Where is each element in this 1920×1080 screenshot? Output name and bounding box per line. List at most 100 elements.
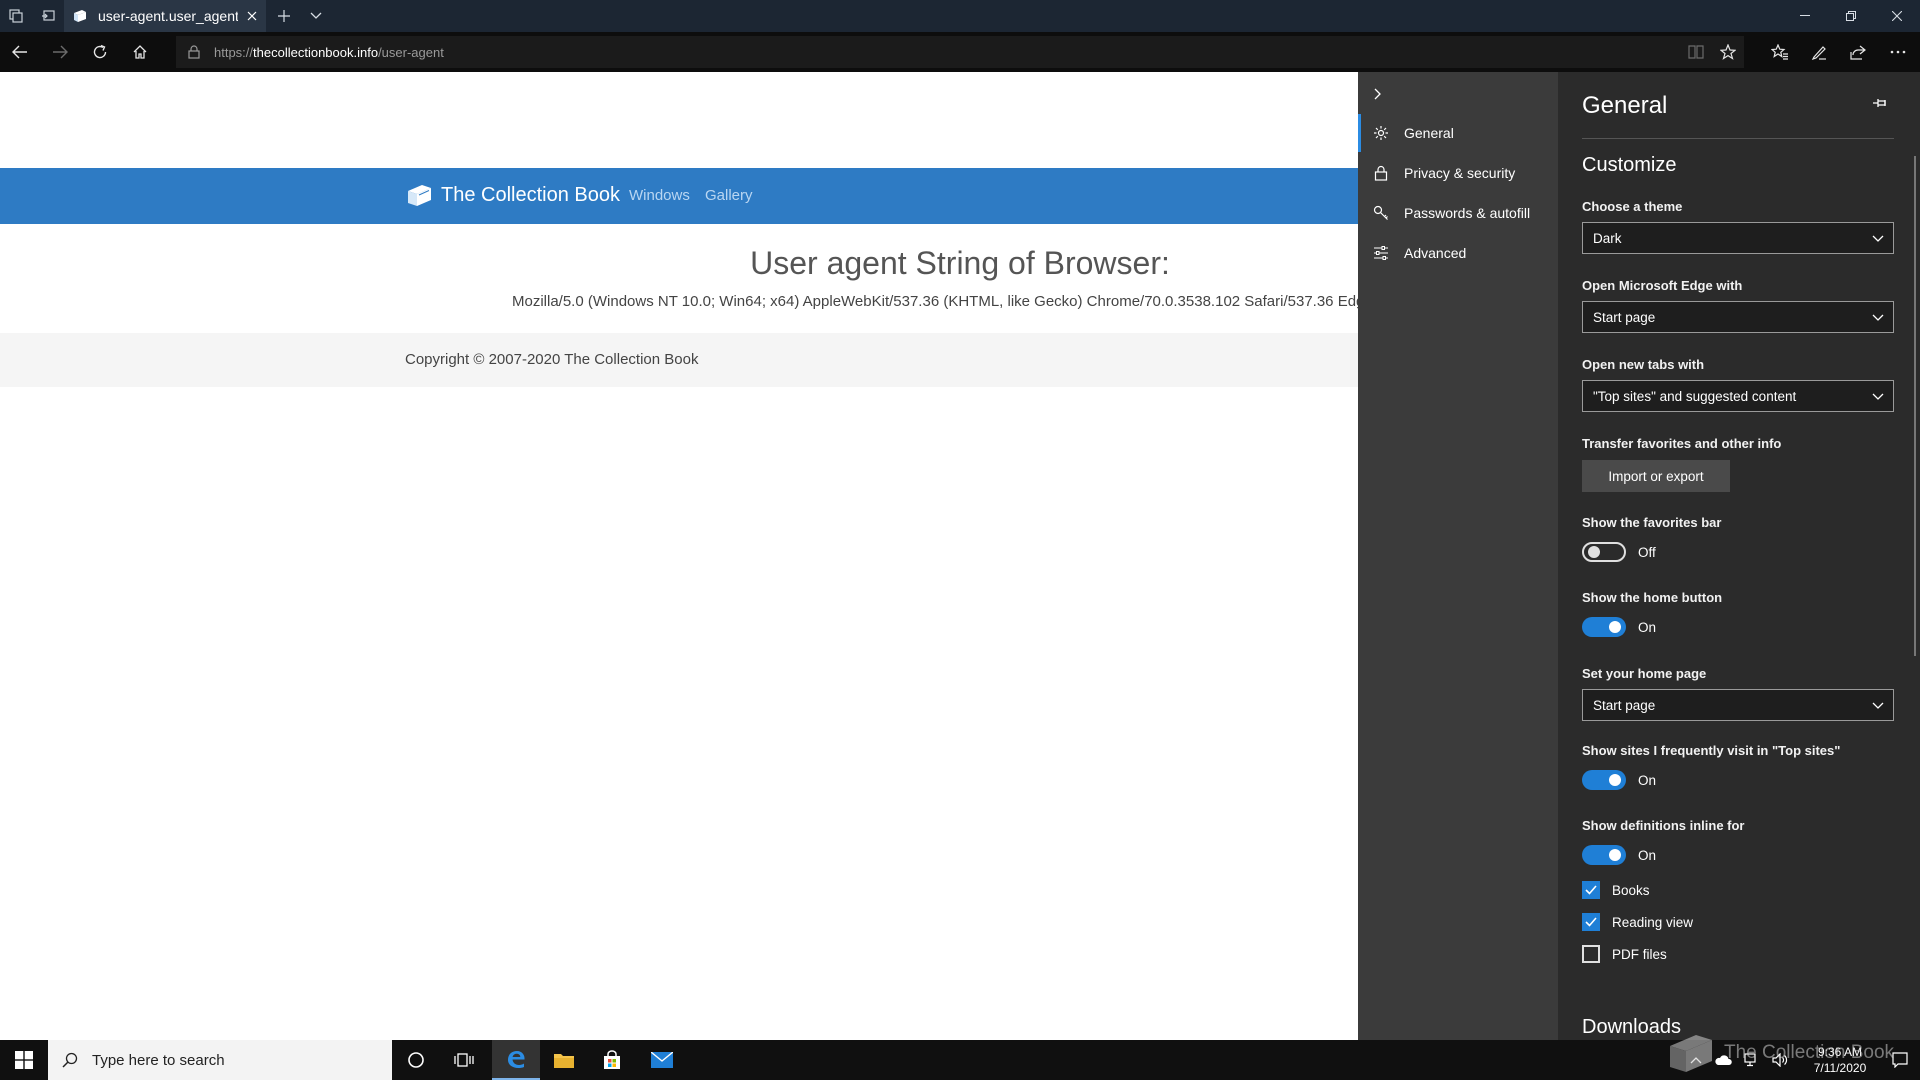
window-controls [1782,0,1920,32]
refresh-icon[interactable] [84,36,116,68]
tab-preview-icon[interactable] [0,0,32,32]
checkbox-checked[interactable] [1582,881,1600,899]
navigation-bar: https://thecollectionbook.info/user-agen… [0,32,1920,72]
favorite-star-icon[interactable] [1720,44,1736,60]
site-logo[interactable]: The Collection Book [405,182,620,208]
favorites-hub-icon[interactable] [1764,36,1796,68]
store-icon[interactable] [588,1040,636,1080]
new-tabs-value: "Top sites" and suggested content [1593,388,1797,404]
home-button-toggle[interactable] [1582,617,1626,637]
favorites-bar-toggle-row[interactable]: Off [1582,542,1656,562]
favorites-bar-label: Show the favorites bar [1582,515,1722,530]
hub-item-label: Advanced [1404,245,1467,261]
cortana-icon[interactable] [392,1040,440,1080]
definitions-toggle-row[interactable]: On [1582,845,1656,865]
home-page-value: Start page [1593,697,1656,713]
section-customize: Customize [1582,154,1677,176]
check-label: Books [1612,882,1650,898]
key-icon [1372,204,1390,222]
home-page-select[interactable]: Start page [1582,689,1894,721]
url-host: thecollectionbook.info [253,44,379,60]
restore-icon[interactable] [1828,0,1874,32]
home-button-toggle-row[interactable]: On [1582,617,1656,637]
share-icon[interactable] [1842,36,1874,68]
page-title: User agent String of Browser: [750,245,1170,281]
more-options-icon[interactable] [1882,36,1914,68]
open-with-label: Open Microsoft Edge with [1582,278,1743,293]
copyright-text: Copyright © 2007-2020 The Collection Boo… [405,351,699,368]
check-label: PDF files [1612,946,1667,962]
new-tabs-label: Open new tabs with [1582,357,1705,372]
book-favicon-icon [72,8,88,24]
tab-active[interactable]: user-agent.user_agent - [64,0,266,32]
settings-pane: General Customize Choose a theme Dark Op… [1558,72,1920,1040]
scrollbar[interactable] [1914,156,1916,656]
file-explorer-icon[interactable] [540,1040,588,1080]
top-sites-toggle-row[interactable]: On [1582,770,1656,790]
chevron-down-icon [1871,389,1885,403]
site-brand: The Collection Book [441,183,620,206]
tab-title: user-agent.user_agent - [98,8,238,24]
mail-icon[interactable] [638,1040,686,1080]
forward-icon[interactable] [44,36,76,68]
theme-value: Dark [1593,230,1622,246]
sliders-icon [1372,244,1390,262]
taskbar-search[interactable]: Type here to search [48,1040,392,1080]
lock-icon [1372,164,1390,182]
reading-view-icon[interactable] [1688,45,1704,59]
gear-icon [1372,124,1390,142]
watermark: The Collection Book [1666,1030,1894,1076]
open-with-select[interactable]: Start page [1582,301,1894,333]
check-pdf-files[interactable]: PDF files [1582,945,1667,963]
user-agent-string: Mozilla/5.0 (Windows NT 10.0; Win64; x64… [512,293,1358,310]
close-tab-icon[interactable] [238,0,266,32]
site-nav-gallery[interactable]: Gallery [705,187,753,204]
pin-icon[interactable] [1872,96,1888,110]
chevron-right-icon[interactable] [1366,82,1390,106]
pane-title: General [1582,92,1668,119]
chevron-down-icon [1871,698,1885,712]
site-nav-windows[interactable]: Windows [629,187,690,204]
back-icon[interactable] [4,36,36,68]
lock-icon [188,45,202,59]
book-watermark-icon [1670,1035,1712,1072]
checkbox-checked[interactable] [1582,913,1600,931]
checkbox-unchecked[interactable] [1582,945,1600,963]
web-page: The Collection Book Windows Gallery User… [0,72,1358,1040]
definitions-toggle[interactable] [1582,845,1626,865]
task-view-icon[interactable] [440,1040,488,1080]
definitions-label: Show definitions inline for [1582,818,1745,833]
hub-item-advanced[interactable]: Advanced [1358,234,1558,272]
new-tab-icon[interactable] [268,0,300,32]
set-aside-tabs-icon[interactable] [32,0,64,32]
address-bar[interactable]: https://thecollectionbook.info/user-agen… [176,36,1744,68]
edge-app-icon[interactable] [492,1040,540,1080]
check-books[interactable]: Books [1582,881,1650,899]
transfer-label: Transfer favorites and other info [1582,436,1782,451]
import-export-button[interactable]: Import or export [1582,460,1730,492]
definitions-state: On [1638,847,1657,863]
chevron-down-icon [1871,310,1885,324]
pen-icon[interactable] [1803,36,1835,68]
check-reading-view[interactable]: Reading view [1582,913,1693,931]
hub-item-passwords[interactable]: Passwords & autofill [1358,194,1558,232]
watermark-text: The Collection Book [1724,1042,1895,1063]
hub-item-privacy[interactable]: Privacy & security [1358,154,1558,192]
check-label: Reading view [1612,914,1694,930]
divider [1582,138,1894,139]
new-tabs-select[interactable]: "Top sites" and suggested content [1582,380,1894,412]
close-window-icon[interactable] [1874,0,1920,32]
home-icon[interactable] [124,36,156,68]
favorites-bar-state: Off [1638,544,1656,560]
minimize-icon[interactable] [1782,0,1828,32]
site-header: The Collection Book Windows Gallery [0,168,1358,224]
favorites-bar-toggle[interactable] [1582,542,1626,562]
title-bar: user-agent.user_agent - [0,0,1920,32]
chevron-down-icon[interactable] [300,0,332,32]
settings-hub-nav: General Privacy & security Passwords & a… [1358,72,1558,1040]
top-sites-toggle[interactable] [1582,770,1626,790]
hub-item-general[interactable]: General [1358,114,1558,152]
windows-start-icon[interactable] [0,1040,48,1080]
theme-select[interactable]: Dark [1582,222,1894,254]
url-path: /user-agent [378,44,444,60]
